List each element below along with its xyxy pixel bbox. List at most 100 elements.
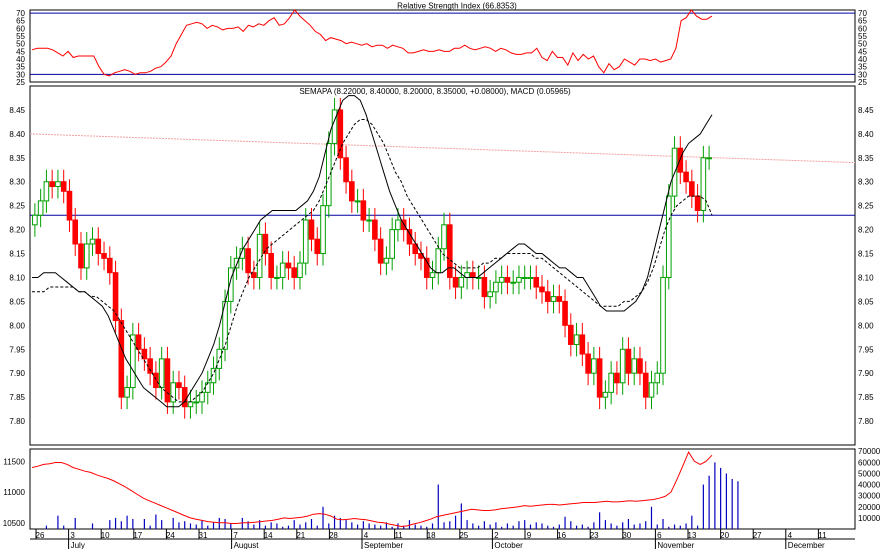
price-tick-label-left: 8.30 — [9, 178, 25, 187]
price-panel: SEMAPA (8.22000, 8.40000, 8.20000, 8.350… — [9, 85, 874, 446]
candle-body — [556, 296, 563, 302]
x-day-label: 23 — [590, 531, 599, 540]
x-day-label: 28 — [329, 531, 338, 540]
x-day-label: 26 — [36, 531, 45, 540]
x-day-label: 24 — [166, 531, 175, 540]
candle-body — [689, 181, 695, 197]
x-axis: 26 3 10 17 24 31 7 14 21 28 4 11 18 25 2 9 16 23 30 6 13 20 27… — [30, 529, 855, 549]
price-tick-label-left: 8.25 — [9, 202, 25, 211]
price-tick-label-left: 8.05 — [9, 297, 25, 306]
candle-body — [452, 276, 459, 288]
price-tick-label-right: 7.80 — [858, 417, 874, 426]
x-day-label: 11 — [818, 531, 827, 540]
x-day-label: 21 — [296, 531, 305, 540]
candle-body — [349, 181, 355, 202]
candle-body — [314, 238, 321, 255]
x-day-label: 25 — [459, 531, 468, 540]
volume-tick-label-right: 10000 — [858, 514, 881, 523]
price-tick-label-left: 7.95 — [9, 345, 25, 354]
candle-body — [118, 320, 125, 398]
price-tick-label-left: 7.90 — [9, 369, 25, 378]
candle-body — [320, 205, 326, 255]
x-day-label: 4 — [364, 531, 369, 540]
rsi-frame — [29, 9, 856, 83]
price-tick-label-left: 8.35 — [9, 154, 25, 163]
rsi-line — [31, 9, 713, 77]
candle-body — [158, 358, 165, 389]
candle-body — [568, 324, 574, 345]
candle-body — [614, 372, 620, 384]
volume-tick-label-right: 70000 — [858, 447, 881, 456]
candle-body — [268, 253, 274, 278]
x-day-label: 14 — [264, 531, 273, 540]
candle-body — [706, 157, 712, 160]
candle-body — [562, 300, 568, 326]
candle-body — [101, 253, 107, 259]
candle-body — [429, 272, 436, 278]
price-tick-label-left: 8.10 — [9, 273, 25, 282]
candle-body — [343, 157, 349, 183]
x-day-label: 4 — [788, 531, 793, 540]
candle-body — [619, 348, 626, 384]
stock-chart: Relative Strength Index (66.8353)70 7065 6… — [3, 2, 881, 549]
candle-body — [337, 109, 344, 159]
candle-body — [481, 276, 488, 298]
candle-body — [302, 219, 309, 264]
x-month-label: October — [494, 541, 523, 549]
candle-body — [498, 276, 505, 283]
rsi-tick-label-left: 25 — [16, 78, 25, 87]
candle-body — [602, 391, 609, 398]
candle-body — [654, 372, 661, 384]
candle-body — [187, 401, 194, 408]
candle-body — [516, 276, 522, 283]
candle-body — [591, 358, 597, 374]
price-tick-label-left: 7.80 — [9, 417, 25, 426]
candle-body — [487, 291, 493, 298]
candle-body — [665, 195, 672, 278]
volume-tick-label-right: 60000 — [858, 458, 881, 467]
candle-body — [521, 276, 528, 279]
price-trend-line — [29, 133, 856, 164]
candle-body — [176, 382, 182, 389]
price-tick-label-right: 8.10 — [858, 273, 874, 282]
price-tick-label-left: 7.85 — [9, 393, 25, 402]
candle-body — [360, 200, 367, 221]
x-day-label: 27 — [753, 531, 762, 540]
candle-body — [683, 171, 689, 183]
candle-body — [631, 358, 638, 374]
price-tick-label-right: 8.45 — [858, 106, 874, 115]
x-day-label: 20 — [720, 531, 729, 540]
volume-frame — [29, 448, 856, 530]
candle-body — [147, 358, 153, 374]
x-month-label: December — [788, 541, 825, 549]
x-month-label: November — [657, 541, 694, 549]
candle-body — [573, 334, 580, 345]
candle-body — [544, 291, 551, 302]
x-day-label: 3 — [70, 531, 75, 540]
candle-body — [493, 281, 499, 293]
price-tick-label-right: 8.25 — [858, 202, 874, 211]
x-month-label: September — [364, 541, 403, 549]
x-day-label: 31 — [199, 531, 208, 540]
price-tick-label-right: 8.05 — [858, 297, 874, 306]
candle-body — [95, 238, 102, 255]
candle-body — [648, 382, 655, 398]
candle-body — [256, 233, 263, 278]
price-tick-label-right: 8.00 — [858, 321, 874, 330]
rsi-panel: Relative Strength Index (66.8353)70 7065 6… — [16, 2, 867, 88]
candle-body — [291, 267, 298, 278]
volume-tick-label-left: 10500 — [3, 519, 26, 528]
candle-body — [78, 243, 84, 269]
candle-body — [308, 219, 315, 240]
candle-body — [579, 334, 586, 355]
price-tick-label-right: 8.15 — [858, 250, 874, 259]
price-tick-label-right: 8.30 — [858, 178, 874, 187]
x-month-label: August — [234, 541, 260, 549]
candle-body — [60, 181, 67, 192]
candle-body — [383, 257, 390, 264]
candle-body — [89, 238, 96, 245]
x-day-label: 13 — [688, 531, 697, 540]
candle-body — [285, 262, 292, 269]
candle-body — [533, 276, 540, 288]
candle-body — [32, 214, 38, 226]
